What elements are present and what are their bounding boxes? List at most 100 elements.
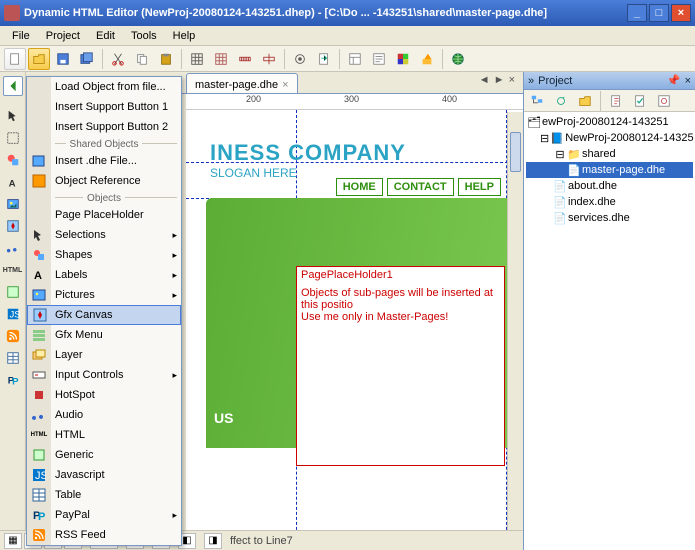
globe-button[interactable] — [447, 48, 469, 70]
canvas-tool-icon[interactable] — [3, 216, 23, 236]
svg-text:A: A — [8, 178, 15, 189]
nav-home-button[interactable]: HOME — [336, 178, 383, 196]
menu-selections[interactable]: Selections▸ — [27, 225, 181, 245]
menu-load-object[interactable]: Load Object from file... — [27, 77, 181, 97]
maximize-button[interactable]: □ — [649, 4, 669, 22]
javascript-tool-icon[interactable]: JS — [3, 304, 23, 324]
saveall-button[interactable] — [76, 48, 98, 70]
menu-layer[interactable]: Layer — [27, 345, 181, 365]
page-placeholder-object[interactable]: PagePlaceHolder1 Objects of sub-pages wi… — [296, 266, 505, 466]
new-button[interactable] — [4, 48, 26, 70]
tree-project-node[interactable]: ⊟📘NewProj-20080124-14325 — [526, 130, 693, 146]
generic-tool-icon[interactable] — [3, 282, 23, 302]
tab-close-icon[interactable]: × — [509, 74, 515, 86]
pointer-tool-icon[interactable] — [3, 106, 23, 126]
menu-html[interactable]: HTMLHTML — [27, 425, 181, 445]
menu-project[interactable]: Project — [38, 28, 88, 44]
tree-folder-shared[interactable]: ⊟📁shared — [526, 146, 693, 162]
panel-close-icon[interactable]: × — [685, 75, 691, 87]
nav-contact-button[interactable]: CONTACT — [387, 178, 454, 196]
menu-support-button-1[interactable]: Insert Support Button 1 — [27, 97, 181, 117]
menu-file[interactable]: File — [4, 28, 38, 44]
menu-shapes[interactable]: Shapes▸ — [27, 245, 181, 265]
slogan-text[interactable]: SLOGAN HERE — [210, 166, 297, 180]
marquee-tool-icon[interactable] — [3, 128, 23, 148]
menu-pictures[interactable]: Pictures▸ — [27, 285, 181, 305]
menu-insert-dhe[interactable]: Insert .dhe File... — [27, 151, 181, 171]
vertical-scrollbar[interactable] — [507, 112, 523, 530]
copy-button[interactable] — [131, 48, 153, 70]
paste-button[interactable] — [155, 48, 177, 70]
tab-prev-icon[interactable]: ◄ — [479, 74, 490, 86]
menu-support-button-2[interactable]: Insert Support Button 2 — [27, 117, 181, 137]
rss-tool-icon[interactable] — [3, 326, 23, 346]
menu-labels[interactable]: ALabels▸ — [27, 265, 181, 285]
page-props-button[interactable] — [368, 48, 390, 70]
preview-button[interactable] — [289, 48, 311, 70]
menu-javascript[interactable]: JSJavascript — [27, 465, 181, 485]
minimize-button[interactable]: _ — [627, 4, 647, 22]
tree-root[interactable]: 🗂ewProj-20080124-143251 — [526, 114, 693, 130]
tree-file-index[interactable]: 📄index.dhe — [526, 194, 693, 210]
menu-rss-feed[interactable]: RSS Feed — [27, 525, 181, 545]
menu-input-controls[interactable]: Input Controls▸ — [27, 365, 181, 385]
design-canvas[interactable]: INESS COMPANY SLOGAN HERE HOME CONTACT H… — [186, 110, 523, 550]
html-tool-icon[interactable]: HTML — [3, 260, 23, 280]
tab-close-icon[interactable]: × — [282, 79, 288, 91]
paypal-tool-icon[interactable]: PP — [3, 370, 23, 390]
fill-button[interactable] — [416, 48, 438, 70]
menu-gfx-canvas[interactable]: Gfx Canvas — [27, 305, 181, 325]
project-props-button[interactable] — [653, 90, 675, 112]
align-center-button[interactable] — [258, 48, 280, 70]
tree-file-services[interactable]: 📄services.dhe — [526, 210, 693, 226]
panel-expand-icon[interactable]: » — [528, 75, 534, 87]
cut-button[interactable] — [107, 48, 129, 70]
picture-tool-icon[interactable] — [3, 194, 23, 214]
main-toolbar — [0, 46, 695, 72]
menu-generic[interactable]: Generic — [27, 445, 181, 465]
export-button[interactable] — [313, 48, 335, 70]
menu-help[interactable]: Help — [165, 28, 204, 44]
tab-next-icon[interactable]: ► — [494, 74, 505, 86]
audio-tool-icon[interactable] — [3, 238, 23, 258]
save-button[interactable] — [52, 48, 74, 70]
colors-button[interactable] — [392, 48, 414, 70]
ruler-button[interactable] — [234, 48, 256, 70]
project-tree[interactable]: 🗂ewProj-20080124-143251 ⊟📘NewProj-200801… — [524, 112, 695, 550]
project-new-folder-button[interactable] — [574, 90, 596, 112]
tree-file-master[interactable]: 📄master-page.dhe — [526, 162, 693, 178]
company-text[interactable]: INESS COMPANY — [210, 140, 406, 166]
nav-help-button[interactable]: HELP — [458, 178, 501, 196]
project-refresh-button[interactable] — [550, 90, 572, 112]
tree-file-about[interactable]: 📄about.dhe — [526, 178, 693, 194]
contact-us-label[interactable]: US — [214, 410, 233, 426]
menu-tools[interactable]: Tools — [123, 28, 165, 44]
menu-hotspot[interactable]: HotSpot — [27, 385, 181, 405]
menu-edit[interactable]: Edit — [88, 28, 123, 44]
tab-master-page[interactable]: master-page.dhe × — [186, 73, 298, 93]
project-check-button[interactable] — [629, 90, 651, 112]
grid-toggle-button[interactable] — [186, 48, 208, 70]
sb-layout-1-button[interactable]: ▦ — [4, 533, 22, 549]
scrollbar-thumb[interactable] — [510, 132, 521, 172]
table-tool-icon[interactable] — [3, 348, 23, 368]
project-tree-button[interactable] — [526, 90, 548, 112]
snap-grid-button[interactable] — [210, 48, 232, 70]
project-new-page-button[interactable] — [605, 90, 627, 112]
close-button[interactable]: × — [671, 4, 691, 22]
menu-page-placeholder[interactable]: Page PlaceHolder — [27, 205, 181, 225]
text-tool-icon[interactable]: A — [3, 172, 23, 192]
sb-extra-2-button[interactable]: ◨ — [204, 533, 222, 549]
menu-object-reference[interactable]: Object Reference — [27, 171, 181, 191]
go-back-icon[interactable] — [3, 76, 23, 96]
open-button[interactable] — [28, 48, 50, 70]
menu-gfx-menu[interactable]: Gfx Menu — [27, 325, 181, 345]
project-toolbar — [524, 90, 695, 112]
menu-paypal[interactable]: PPPayPal▸ — [27, 505, 181, 525]
menu-table[interactable]: Table — [27, 485, 181, 505]
page-layout-button[interactable] — [344, 48, 366, 70]
svg-text:P: P — [12, 376, 19, 387]
shape-tool-icon[interactable] — [3, 150, 23, 170]
pin-icon[interactable]: 📌 — [667, 74, 681, 87]
menu-audio[interactable]: Audio — [27, 405, 181, 425]
